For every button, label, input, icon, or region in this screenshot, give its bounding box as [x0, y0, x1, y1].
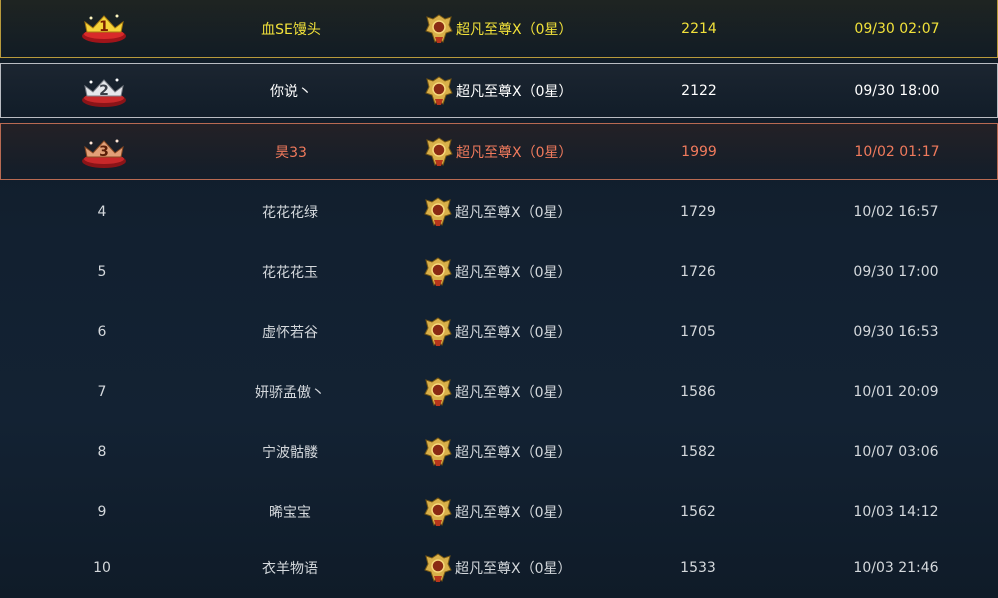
- leaderboard-row-8: 8 宁波骷髅 超凡至尊Ⅹ（0星） 1582 10/07 03:06: [0, 422, 998, 482]
- tier-label: 超凡至尊Ⅹ（0星）: [456, 21, 573, 38]
- tier-emblem-icon: [424, 553, 452, 582]
- player-name[interactable]: 昊33: [231, 142, 351, 162]
- player-name[interactable]: 花花花绿: [230, 202, 350, 222]
- player-name[interactable]: 妍骄孟傲丶: [230, 382, 350, 402]
- rank-number: 8: [97, 444, 107, 460]
- timestamp: 10/03 14:12: [853, 504, 939, 520]
- tier-emblem-icon: [424, 317, 452, 346]
- timestamp: 09/30 18:00: [854, 82, 940, 99]
- leaderboard-row-9: 9 晞宝宝 超凡至尊Ⅹ（0星） 1562 10/03 14:12: [0, 482, 998, 542]
- score: 1586: [680, 384, 716, 400]
- tier-emblem-icon: [424, 437, 452, 466]
- player-name[interactable]: 衣羊物语: [230, 558, 350, 578]
- tier-label: 超凡至尊Ⅹ（0星）: [455, 505, 572, 521]
- bronze-medal-icon: 3: [79, 135, 129, 169]
- tier-emblem-icon: [424, 197, 452, 226]
- tier-emblem-icon: [424, 497, 452, 526]
- tier-cell: 超凡至尊Ⅹ（0星）: [424, 376, 604, 408]
- tier-label: 超凡至尊Ⅹ（0星）: [455, 385, 572, 401]
- tier-cell: 超凡至尊Ⅹ（0星）: [424, 316, 604, 348]
- score: 1726: [680, 264, 716, 280]
- svg-text:3: 3: [99, 144, 109, 160]
- leaderboard-row-10: 10 衣羊物语 超凡至尊Ⅹ（0星） 1533 10/03 21:46: [0, 538, 998, 598]
- player-name[interactable]: 晞宝宝: [230, 502, 350, 522]
- leaderboard: 1 血SE馒头 超凡至尊Ⅹ（0星） 2214 09/30 02:07 2 你说丶…: [0, 0, 998, 598]
- leaderboard-row-3: 3 昊33 超凡至尊Ⅹ（0星） 1999 10/02 01:17: [0, 123, 998, 180]
- player-name[interactable]: 宁波骷髅: [230, 442, 350, 462]
- leaderboard-row-6: 6 虚怀若谷 超凡至尊Ⅹ（0星） 1705 09/30 16:53: [0, 302, 998, 362]
- tier-cell: 超凡至尊Ⅹ（0星）: [424, 552, 604, 584]
- tier-label: 超凡至尊Ⅹ（0星）: [456, 83, 573, 100]
- leaderboard-row-7: 7 妍骄孟傲丶 超凡至尊Ⅹ（0星） 1586 10/01 20:09: [0, 362, 998, 422]
- tier-cell: 超凡至尊Ⅹ（0星）: [424, 256, 604, 288]
- score: 1705: [680, 324, 716, 340]
- leaderboard-row-2: 2 你说丶 超凡至尊Ⅹ（0星） 2122 09/30 18:00: [0, 63, 998, 118]
- rank-number: 10: [93, 560, 111, 576]
- timestamp: 10/02 16:57: [853, 204, 939, 220]
- tier-emblem-icon: [425, 13, 453, 43]
- svg-text:2: 2: [99, 83, 109, 99]
- timestamp: 09/30 16:53: [853, 324, 939, 340]
- tier-emblem-icon: [424, 257, 452, 286]
- rank-number: 7: [97, 384, 107, 400]
- tier-emblem-icon: [425, 75, 453, 105]
- timestamp: 10/07 03:06: [853, 444, 939, 460]
- tier-emblem-icon: [424, 377, 452, 406]
- score: 2214: [681, 20, 717, 37]
- leaderboard-row-1: 1 血SE馒头 超凡至尊Ⅹ（0星） 2214 09/30 02:07: [0, 0, 998, 58]
- silver-medal-icon: 2: [79, 74, 129, 108]
- tier-cell: 超凡至尊Ⅹ（0星）: [425, 13, 605, 45]
- leaderboard-row-5: 5 花花花玉 超凡至尊Ⅹ（0星） 1726 09/30 17:00: [0, 242, 998, 302]
- tier-label: 超凡至尊Ⅹ（0星）: [455, 561, 572, 577]
- score: 2122: [681, 82, 717, 99]
- timestamp: 10/02 01:17: [854, 143, 940, 160]
- player-name[interactable]: 你说丶: [231, 81, 351, 101]
- tier-label: 超凡至尊Ⅹ（0星）: [455, 265, 572, 281]
- tier-label: 超凡至尊Ⅹ（0星）: [456, 144, 573, 161]
- tier-cell: 超凡至尊Ⅹ（0星）: [425, 75, 605, 107]
- tier-cell: 超凡至尊Ⅹ（0星）: [424, 196, 604, 228]
- rank-number: 5: [97, 264, 107, 280]
- player-name[interactable]: 花花花玉: [230, 262, 350, 282]
- player-name[interactable]: 虚怀若谷: [230, 322, 350, 342]
- tier-emblem-icon: [425, 136, 453, 166]
- timestamp: 10/01 20:09: [853, 384, 939, 400]
- timestamp: 09/30 17:00: [853, 264, 939, 280]
- score: 1729: [680, 204, 716, 220]
- score: 1533: [680, 560, 716, 576]
- score: 1999: [681, 143, 717, 160]
- rank-number: 6: [97, 324, 107, 340]
- tier-label: 超凡至尊Ⅹ（0星）: [455, 205, 572, 221]
- leaderboard-row-4: 4 花花花绿 超凡至尊Ⅹ（0星） 1729 10/02 16:57: [0, 182, 998, 242]
- rank-number: 9: [97, 504, 107, 520]
- player-name[interactable]: 血SE馒头: [231, 19, 351, 39]
- tier-cell: 超凡至尊Ⅹ（0星）: [424, 496, 604, 528]
- score: 1582: [680, 444, 716, 460]
- tier-cell: 超凡至尊Ⅹ（0星）: [424, 436, 604, 468]
- svg-text:1: 1: [99, 19, 109, 35]
- tier-cell: 超凡至尊Ⅹ（0星）: [425, 136, 605, 168]
- gold-medal-icon: 1: [79, 10, 129, 44]
- tier-label: 超凡至尊Ⅹ（0星）: [455, 325, 572, 341]
- rank-number: 4: [97, 204, 107, 220]
- tier-label: 超凡至尊Ⅹ（0星）: [455, 445, 572, 461]
- score: 1562: [680, 504, 716, 520]
- timestamp: 09/30 02:07: [854, 20, 940, 37]
- timestamp: 10/03 21:46: [853, 560, 939, 576]
